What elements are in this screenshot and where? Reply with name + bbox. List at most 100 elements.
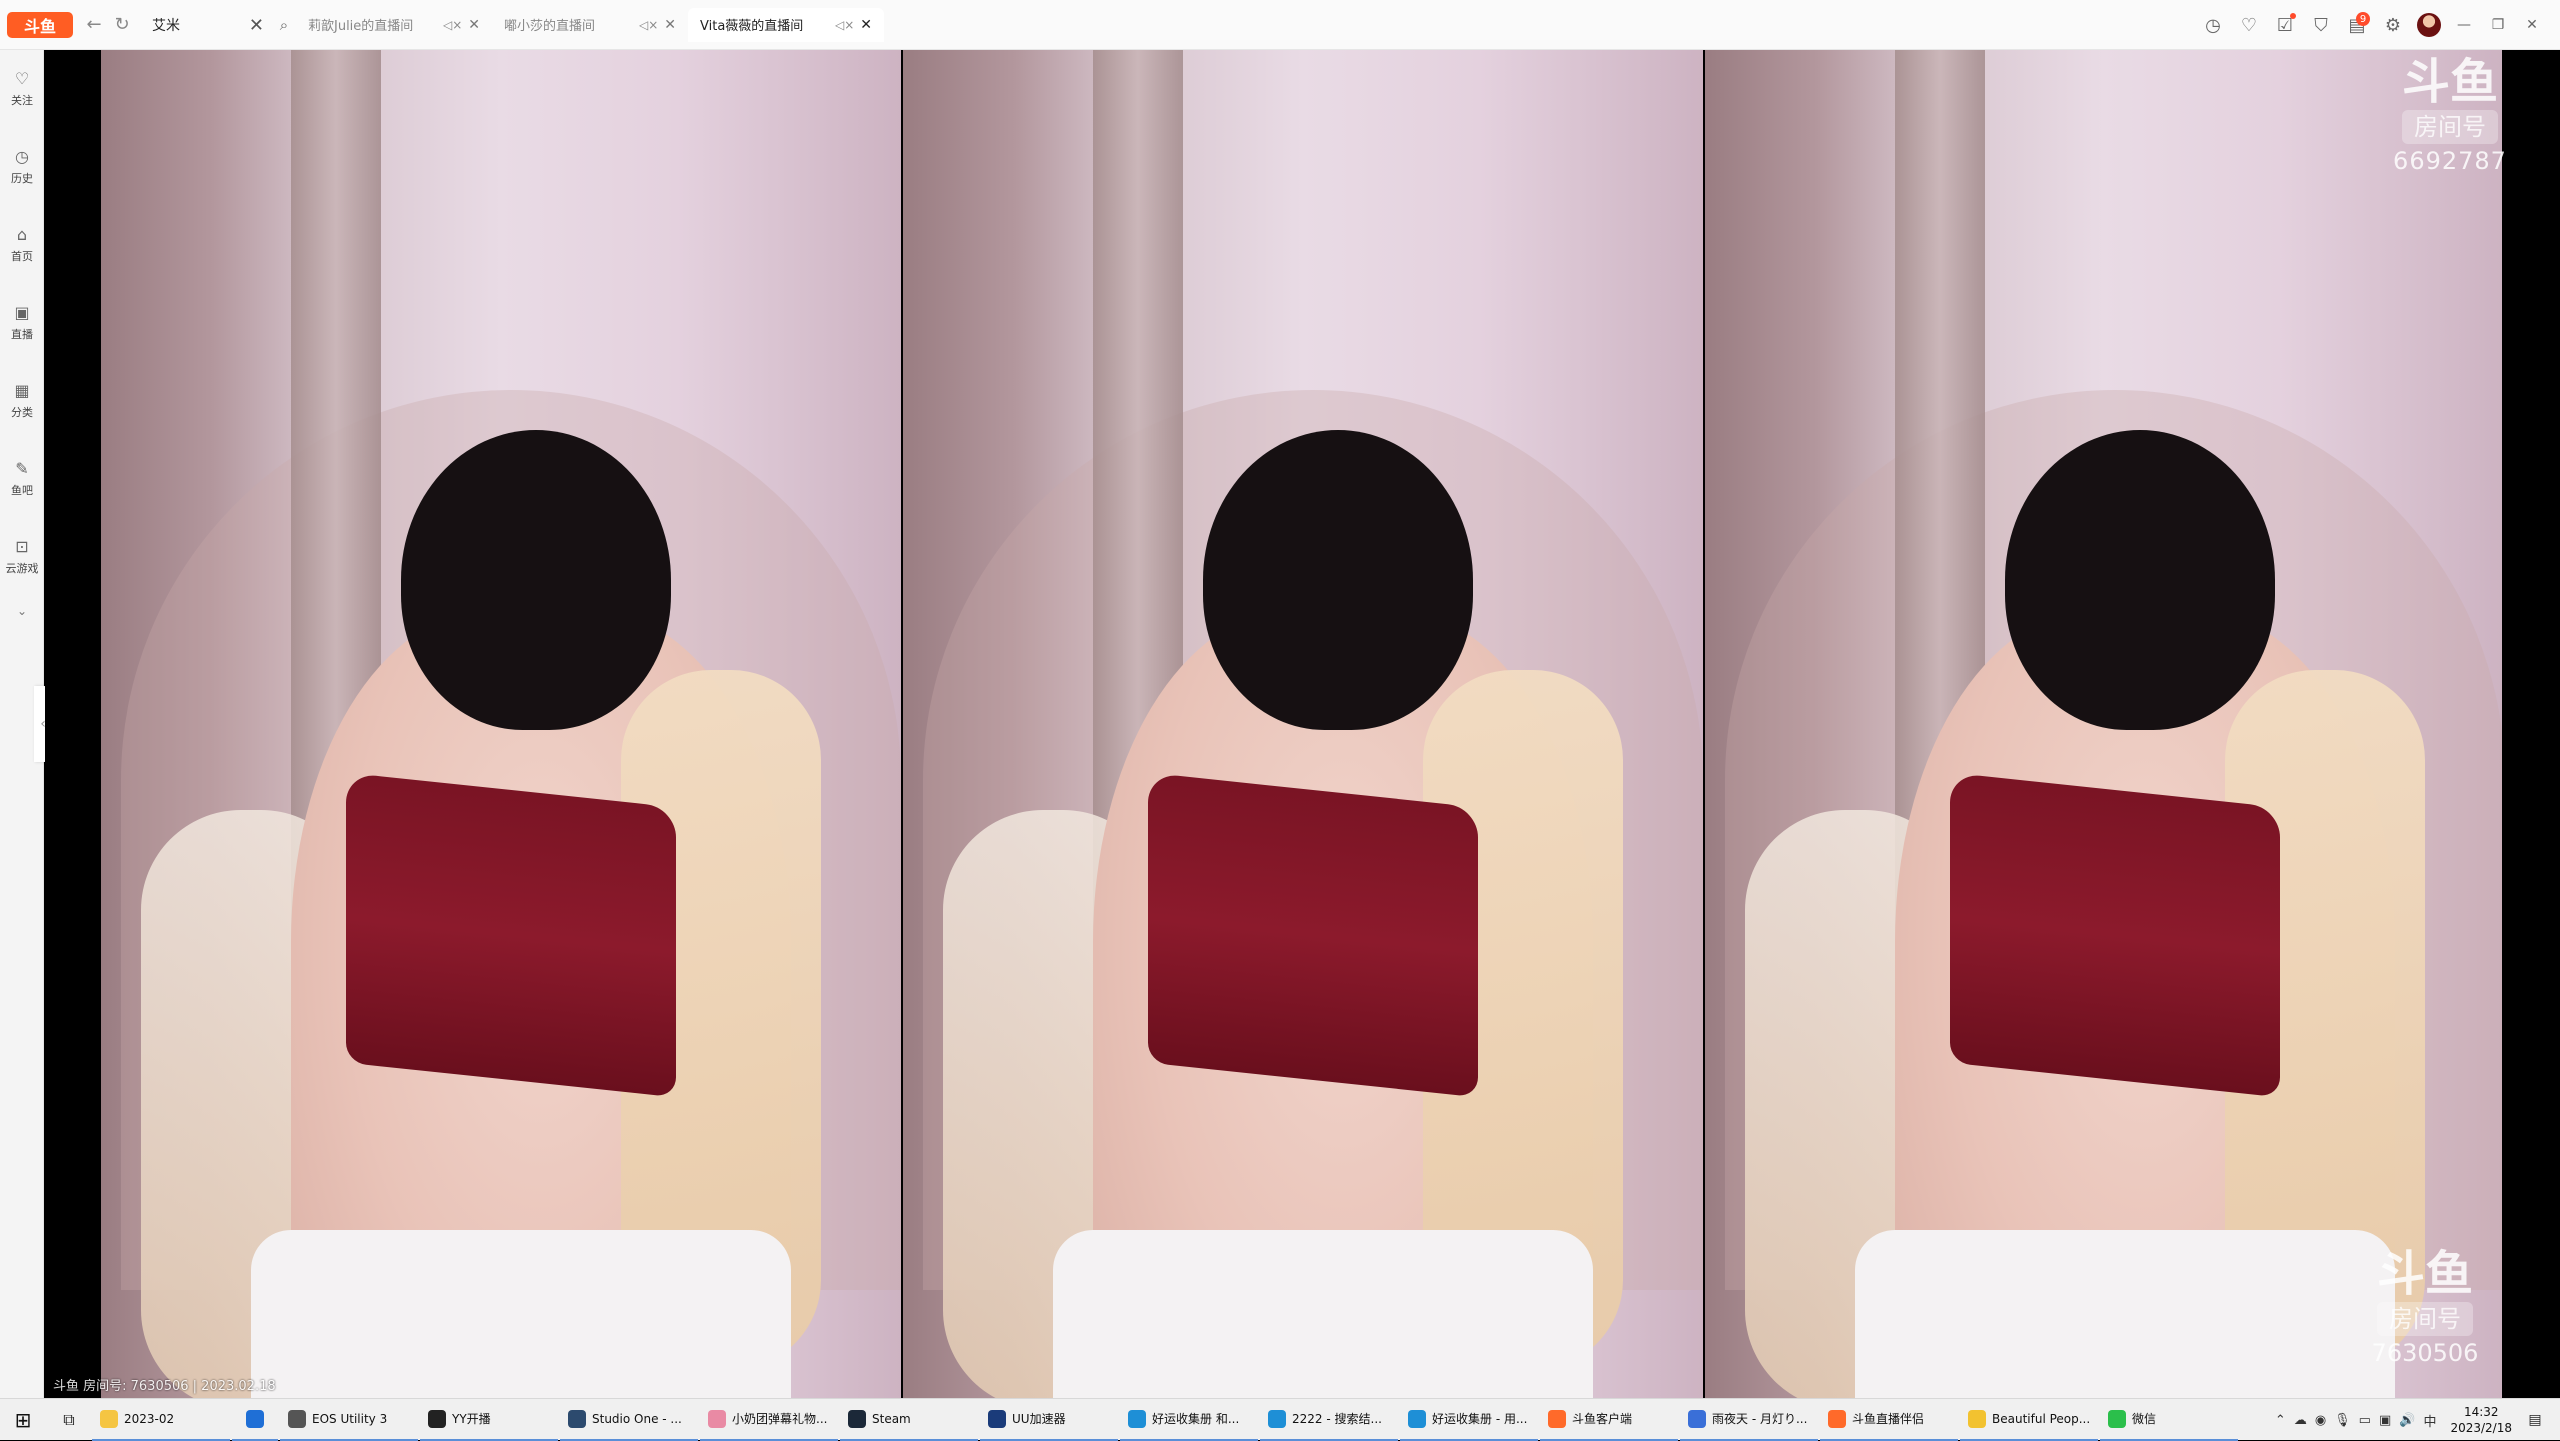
network-icon[interactable]: ☁ <box>2294 1413 2307 1428</box>
taskbar-app[interactable]: 小奶团弹幕礼物... <box>700 1399 838 1441</box>
taskbar-app[interactable] <box>232 1399 278 1441</box>
windows-start-icon[interactable]: ⊞ <box>0 1399 46 1441</box>
taskbar-app[interactable]: Studio One - ... <box>560 1399 698 1441</box>
sidebar-item-fishbar[interactable]: ✎ 鱼吧 <box>0 440 44 518</box>
taskbar-app[interactable]: 斗鱼直播伴侣 <box>1820 1399 1958 1441</box>
home-icon: ⌂ <box>16 225 28 244</box>
taskbar-app[interactable]: EOS Utility 3 <box>280 1399 418 1441</box>
close-tab-icon[interactable]: ✕ <box>860 17 872 33</box>
watermark-room-number: 7630506 <box>2371 1339 2479 1367</box>
taskbar-app[interactable]: 雨夜天 - 月灯り... <box>1680 1399 1818 1441</box>
sidebar-item-label: 直播 <box>11 328 33 341</box>
chevron-up-icon[interactable]: ⌃ <box>2275 1413 2286 1428</box>
gift-badge: 9 <box>2356 12 2370 26</box>
mute-icon[interactable]: ◁× <box>835 18 854 32</box>
sidebar-item-cloud-game[interactable]: ⊡ 云游戏 <box>0 518 44 596</box>
taskbar-app[interactable]: 好运收集册 和... <box>1120 1399 1258 1441</box>
taskbar-app-label: 小奶团弹幕礼物... <box>732 1412 828 1426</box>
taskbar: ⊞ ⧉ 2023-02 EOS Utility 3 YY开播 Studio One -… <box>0 1398 2560 1441</box>
clear-search-icon[interactable]: ✕ <box>249 15 264 36</box>
taskbar-app[interactable]: 2222 - 搜索结... <box>1260 1399 1398 1441</box>
heart-icon[interactable]: ♡ <box>2234 10 2264 40</box>
app-logo[interactable]: 斗鱼 <box>0 0 80 50</box>
settings-icon[interactable]: ⚙ <box>2378 10 2408 40</box>
figure-hair <box>2005 430 2275 730</box>
taskbar-app[interactable]: Steam <box>840 1399 978 1441</box>
app-icon <box>568 1409 586 1428</box>
app-icon <box>1408 1409 1426 1428</box>
back-icon[interactable]: ← <box>80 11 108 39</box>
taskbar-app-label: EOS Utility 3 <box>312 1411 388 1426</box>
gift-icon[interactable]: ▤ 9 <box>2342 10 2372 40</box>
video-panel-3 <box>1705 50 2502 1398</box>
restore-icon[interactable]: ❐ <box>2484 10 2512 40</box>
shirt-icon[interactable]: ⛉ <box>2306 10 2336 40</box>
mute-icon[interactable]: ◁× <box>443 18 462 32</box>
tab-julie[interactable]: 莉歆Julie的直播间 ◁× ✕ <box>296 8 492 42</box>
sidebar-item-label: 首页 <box>11 250 33 263</box>
video-panel-2 <box>903 50 1703 1398</box>
history-icon[interactable]: ◷ <box>2198 10 2228 40</box>
tab-dou-xiaosha[interactable]: 嘟小莎的直播间 ◁× ✕ <box>492 8 688 42</box>
sidebar-item-history[interactable]: ◷ 历史 <box>0 128 44 206</box>
taskbar-app[interactable]: 好运收集册 - 用... <box>1400 1399 1538 1441</box>
pen-icon: ✎ <box>15 459 29 478</box>
wechat-tray-icon[interactable]: ◉ <box>2315 1413 2326 1428</box>
taskbar-app[interactable]: YY开播 <box>420 1399 558 1441</box>
task-view-icon[interactable]: ⧉ <box>46 1399 92 1441</box>
volume-icon[interactable]: 🔊 <box>2399 1413 2415 1428</box>
sidebar-item-live[interactable]: ▣ 直播 <box>0 284 44 362</box>
sidebar-item-category[interactable]: ▦ 分类 <box>0 362 44 440</box>
sidebar-item-follow[interactable]: ♡ 关注 <box>0 50 44 128</box>
watermark-top: 斗鱼 房间号 6692787 <box>2380 54 2520 178</box>
logo-mark: 斗鱼 <box>7 11 73 38</box>
refresh-icon[interactable]: ↻ <box>108 11 136 39</box>
watermark-brand: 斗鱼 <box>2376 1246 2473 1302</box>
stream-info: 斗鱼 房间号: 7630506 | 2023.02.18 <box>53 1379 276 1394</box>
app-icon <box>1268 1409 1286 1428</box>
taskbar-app-label: 2023-02 <box>124 1411 175 1426</box>
search-input[interactable]: 艾米 ✕ <box>142 9 272 41</box>
watermark-brand: 斗鱼 <box>2401 54 2498 110</box>
search-icon[interactable]: ⌕ <box>272 13 296 37</box>
mute-icon[interactable]: ◁× <box>639 18 658 32</box>
app-icon <box>1968 1409 1986 1428</box>
minimize-icon[interactable]: — <box>2450 10 2478 40</box>
close-window-icon[interactable]: ✕ <box>2518 10 2546 40</box>
app-icon <box>100 1409 118 1428</box>
system-tray: ⌃ ☁ ◉ 🎙 ▭ ▣ 🔊 中 14:32 2023/2/18 ▤ <box>2275 1399 2560 1441</box>
clock[interactable]: 14:32 2023/2/18 <box>2450 1404 2512 1436</box>
sidebar-item-home[interactable]: ⌂ 首页 <box>0 206 44 284</box>
app-icon <box>1828 1409 1846 1428</box>
mic-icon[interactable]: 🎙 <box>2334 1413 2351 1428</box>
sidebar-item-label: 云游戏 <box>5 562 39 575</box>
taskbar-app[interactable]: UU加速器 <box>980 1399 1118 1441</box>
taskbar-app[interactable]: Beautiful Peop... <box>1960 1399 2098 1441</box>
monitor-icon[interactable]: ▭ <box>2359 1413 2371 1428</box>
clock-date: 2023/2/18 <box>2450 1421 2512 1435</box>
clock-time: 14:32 <box>2463 1405 2499 1419</box>
taskbar-app[interactable]: 斗鱼客户端 <box>1540 1399 1678 1441</box>
close-tab-icon[interactable]: ✕ <box>468 17 480 33</box>
app-icon <box>288 1409 306 1428</box>
taskbar-app[interactable]: 2023-02 <box>92 1399 230 1441</box>
sidebar-item-label: 关注 <box>11 94 33 107</box>
ime-indicator[interactable]: 中 <box>2423 1411 2436 1430</box>
tab-vita[interactable]: Vita薇薇的直播间 ◁× ✕ <box>688 7 884 42</box>
chevron-down-icon[interactable]: ⌄ <box>0 596 44 626</box>
taskbar-app-label: 斗鱼客户端 <box>1572 1412 1633 1426</box>
tab-title: Vita薇薇的直播间 <box>700 19 804 34</box>
sidebar-item-label: 历史 <box>11 172 33 185</box>
notification-icon[interactable]: ▤ <box>2520 1399 2550 1441</box>
video-panel-1 <box>101 50 901 1398</box>
tab-title: 嘟小莎的直播间 <box>504 19 596 34</box>
taskbar-app[interactable]: 微信 <box>2100 1399 2238 1441</box>
taskbar-app-label: 好运收集册 - 用... <box>1432 1412 1528 1426</box>
avatar[interactable] <box>2414 10 2444 40</box>
display-icon[interactable]: ▣ <box>2379 1413 2391 1428</box>
video-player[interactable]: 斗鱼 房间号 6692787 斗鱼 房间号 7630506 斗鱼 房间号: 76… <box>45 50 2560 1398</box>
tab-title: 莉歆Julie的直播间 <box>308 19 414 34</box>
close-tab-icon[interactable]: ✕ <box>664 17 676 33</box>
taskbar-app-label: UU加速器 <box>1012 1412 1066 1426</box>
task-icon[interactable]: ☑ <box>2270 10 2300 40</box>
